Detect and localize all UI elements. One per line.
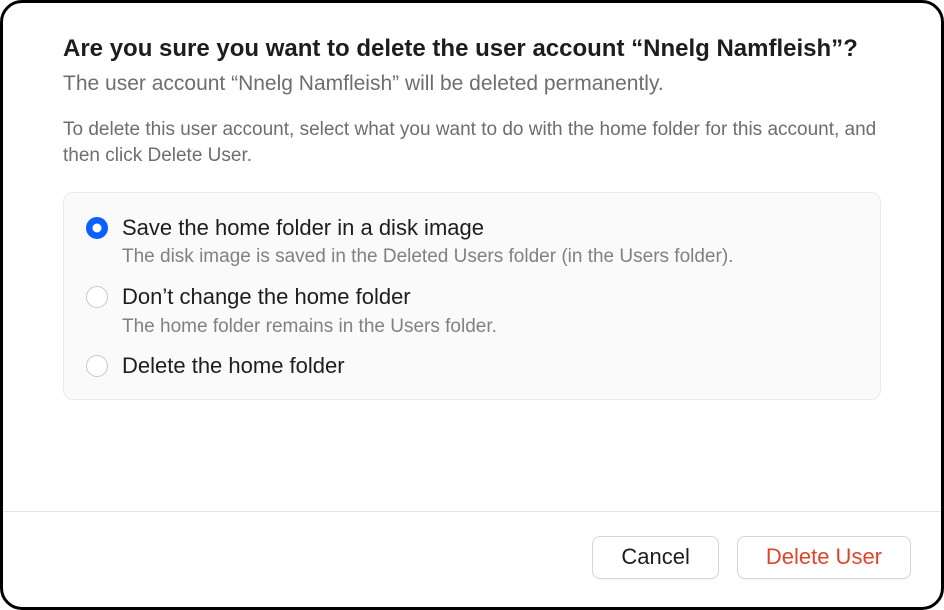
- radio-delete-folder[interactable]: [86, 355, 108, 377]
- option-description: The disk image is saved in the Deleted U…: [122, 244, 858, 270]
- dialog-footer: Cancel Delete User: [3, 512, 941, 607]
- option-save-disk-image[interactable]: Save the home folder in a disk image The…: [86, 213, 858, 276]
- option-text: Save the home folder in a disk image The…: [122, 213, 858, 276]
- option-text: Don’t change the home folder The home fo…: [122, 282, 858, 345]
- radio-save-disk-image[interactable]: [86, 217, 108, 239]
- option-text: Delete the home folder: [122, 351, 858, 381]
- option-label[interactable]: Delete the home folder: [122, 351, 858, 381]
- dialog-instructions: To delete this user account, select what…: [63, 117, 881, 170]
- dialog-title: Are you sure you want to delete the user…: [63, 33, 881, 64]
- option-label[interactable]: Don’t change the home folder: [122, 282, 858, 312]
- option-delete-folder[interactable]: Delete the home folder: [86, 351, 858, 381]
- delete-user-button[interactable]: Delete User: [737, 536, 911, 579]
- radio-dont-change[interactable]: [86, 286, 108, 308]
- cancel-button[interactable]: Cancel: [592, 536, 718, 579]
- option-description: The home folder remains in the Users fol…: [122, 314, 858, 340]
- option-label[interactable]: Save the home folder in a disk image: [122, 213, 858, 243]
- delete-user-dialog: Are you sure you want to delete the user…: [0, 0, 944, 610]
- home-folder-options: Save the home folder in a disk image The…: [63, 192, 881, 400]
- option-dont-change[interactable]: Don’t change the home folder The home fo…: [86, 282, 858, 345]
- dialog-subtitle: The user account “Nnelg Namfleish” will …: [63, 70, 881, 98]
- dialog-content: Are you sure you want to delete the user…: [3, 3, 941, 487]
